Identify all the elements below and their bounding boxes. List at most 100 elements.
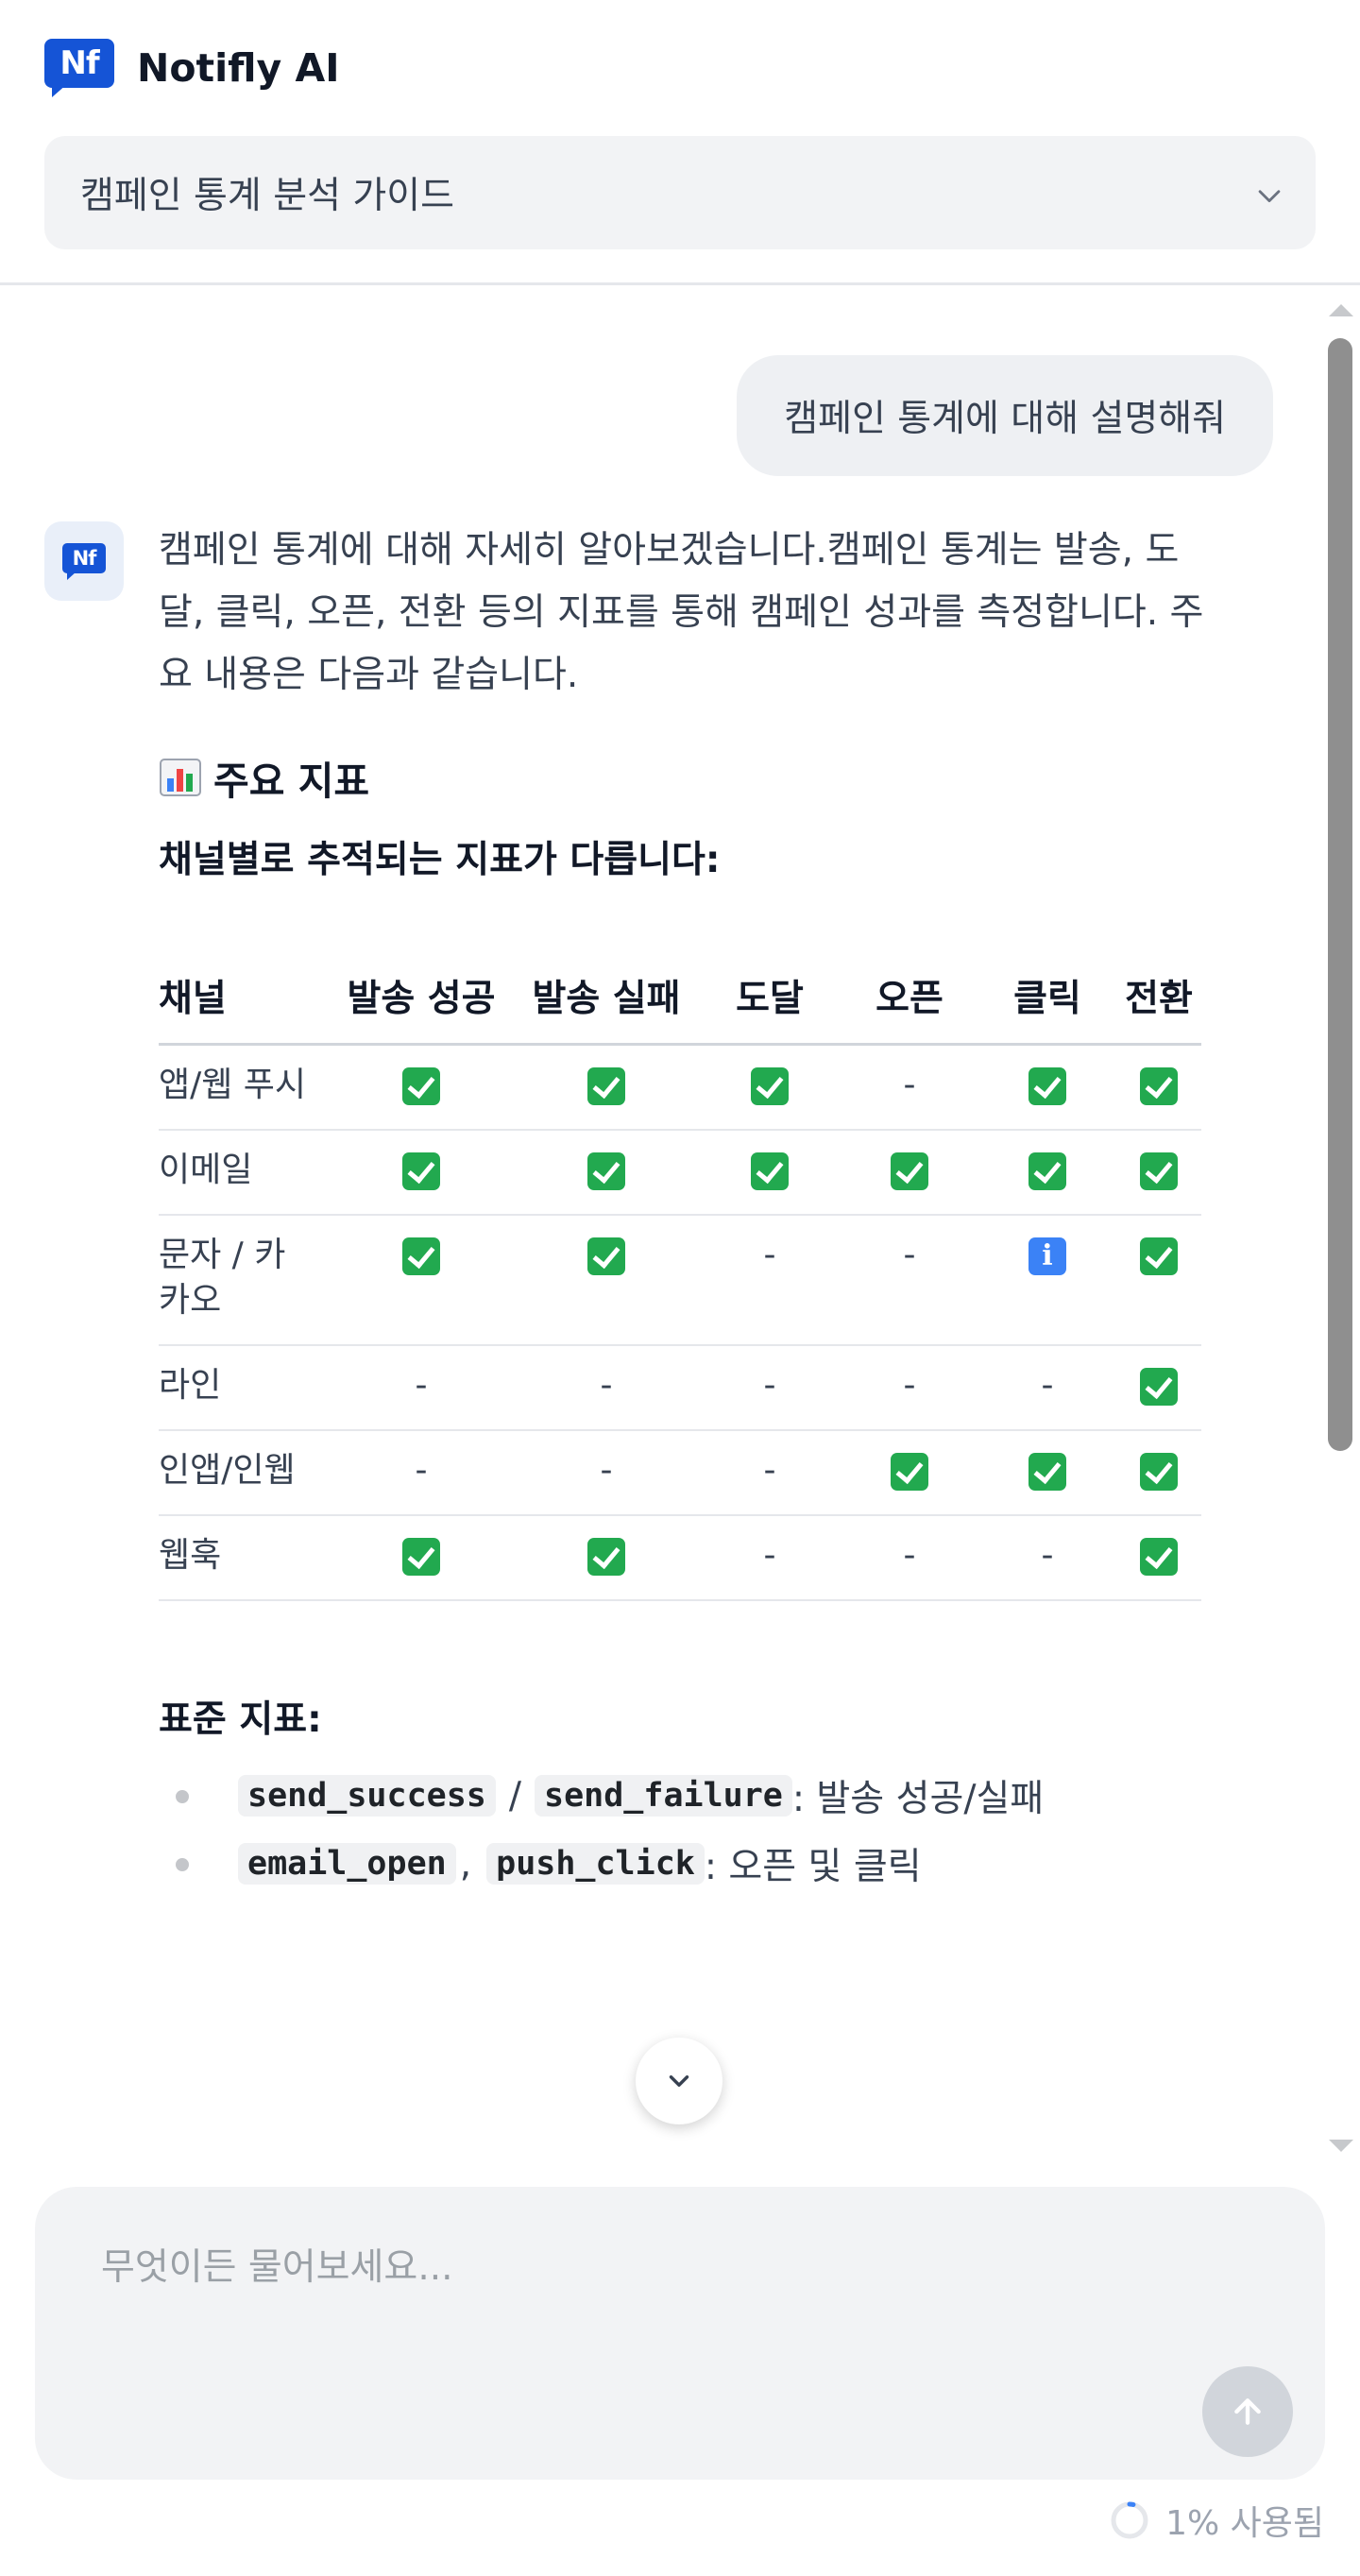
- table-cell-check: [841, 1130, 978, 1216]
- arrow-up-icon: [1234, 2398, 1261, 2425]
- assistant-message: 캠페인 통계에 대해 자세히 알아보겠습니다.캠페인 통계는 발송, 도달, 클…: [159, 520, 1216, 1898]
- table-cell-check: [1116, 1345, 1201, 1431]
- topic-select[interactable]: 캠페인 통계 분석 가이드: [44, 136, 1316, 249]
- check-mark-icon: [1140, 1067, 1178, 1105]
- table-cell-dash: -: [699, 1430, 841, 1516]
- table-cell-info: i: [978, 1215, 1116, 1346]
- table-header-cell: 전환: [1116, 965, 1201, 1046]
- table-cell-dash: -: [699, 1345, 841, 1431]
- check-mark-icon: [891, 1453, 928, 1491]
- metric-description: : 오픈 및 클릭: [704, 1846, 922, 1888]
- channel-name-cell: 이메일: [159, 1130, 329, 1216]
- channel-name-cell: 웹훅: [159, 1515, 329, 1601]
- table-header-cell: 클릭: [978, 965, 1116, 1046]
- table-cell-check: [514, 1215, 699, 1346]
- table-cell-dash: -: [514, 1430, 699, 1516]
- table-header-cell: 오픈: [841, 965, 978, 1046]
- metric-code: email_open: [238, 1843, 456, 1885]
- table-cell-check: [841, 1430, 978, 1516]
- section-subtitle: 채널별로 추적되는 지표가 다릅니다:: [159, 839, 721, 881]
- table-cell-dash: -: [514, 1345, 699, 1431]
- table-cell-check: [699, 1044, 841, 1131]
- table-row: 웹훅 - - -: [159, 1515, 1201, 1601]
- table-header-cell: 채널: [159, 965, 329, 1046]
- table-cell-check: [329, 1044, 514, 1131]
- table-cell-dash: -: [329, 1345, 514, 1431]
- table-cell-check: [1116, 1044, 1201, 1131]
- app-name: Notifly AI: [137, 45, 340, 91]
- table-cell-check: [1116, 1430, 1201, 1516]
- metric-code: push_click: [486, 1843, 705, 1885]
- check-mark-icon: [1140, 1368, 1178, 1406]
- table-cell-check: [1116, 1515, 1201, 1601]
- table-cell-check: [978, 1430, 1116, 1516]
- table-body: 앱/웹 푸시 - 이메일 문자 / 카카오 - - i 라인 - - - - - 인앱/인웹 - - - 웹훅 - -…: [159, 1044, 1201, 1601]
- table-row: 앱/웹 푸시 -: [159, 1044, 1201, 1131]
- composer: [35, 2187, 1325, 2480]
- topic-select-value: 캠페인 통계 분석 가이드: [80, 175, 454, 217]
- scroll-to-bottom-button[interactable]: [636, 2038, 722, 2124]
- usage-indicator: 1% 사용됨: [1109, 2497, 1324, 2544]
- check-mark-icon: [1028, 1453, 1066, 1491]
- channel-name-cell: 문자 / 카카오: [159, 1215, 329, 1346]
- table-cell-dash: -: [699, 1515, 841, 1601]
- usage-text: 1% 사용됨: [1165, 2504, 1324, 2543]
- table-cell-check: [329, 1515, 514, 1601]
- avatar-text: Nf: [62, 543, 106, 573]
- table-header-cell: 발송 실패: [514, 965, 699, 1046]
- check-mark-icon: [751, 1067, 789, 1105]
- table-cell-check: [514, 1044, 699, 1131]
- table-cell-check: [1116, 1130, 1201, 1216]
- check-mark-icon: [751, 1152, 789, 1190]
- check-mark-icon: [402, 1237, 440, 1275]
- section-heading: 주요 지표: [159, 746, 1216, 809]
- section-title: 주요 지표: [213, 759, 370, 804]
- table-cell-dash: -: [329, 1430, 514, 1516]
- check-mark-icon: [891, 1152, 928, 1190]
- table-cell-check: [514, 1130, 699, 1216]
- table-header-cell: 도달: [699, 965, 841, 1046]
- assistant-avatar: Nf: [44, 521, 124, 601]
- check-mark-icon: [1140, 1152, 1178, 1190]
- brand[interactable]: Nf Notifly AI: [44, 38, 340, 98]
- channel-name-cell: 인앱/인웹: [159, 1430, 329, 1516]
- table-cell-check: [329, 1130, 514, 1216]
- check-mark-icon: [587, 1067, 625, 1105]
- table-header-row: 채널 발송 성공 발송 실패 도달 오픈 클릭 전환: [159, 965, 1201, 1046]
- info-icon: i: [1028, 1237, 1066, 1275]
- table-cell-check: [699, 1130, 841, 1216]
- standard-metrics-title: 표준 지표:: [159, 1698, 322, 1741]
- logo-text: Nf: [44, 39, 114, 88]
- metric-code: send_failure: [535, 1775, 792, 1817]
- check-mark-icon: [402, 1152, 440, 1190]
- chevron-down-icon: [1253, 179, 1281, 206]
- standard-metrics-list: send_success / send_failure: 발송 성공/실패 email…: [159, 1762, 1216, 1898]
- channel-name-cell: 라인: [159, 1345, 329, 1431]
- table-row: 라인 - - - - -: [159, 1345, 1201, 1431]
- table-cell-dash: -: [841, 1345, 978, 1431]
- message-input[interactable]: [101, 2238, 1187, 2408]
- user-message: 캠페인 통계에 대해 설명해줘: [737, 355, 1273, 476]
- channel-metrics-table: 채널 발송 성공 발송 실패 도달 오픈 클릭 전환 앱/웹 푸시 - 이메일 문자 / 카카오 -…: [159, 965, 1201, 1601]
- table-cell-check: [329, 1215, 514, 1346]
- chevron-down-icon: [669, 2075, 689, 2087]
- table-cell-dash: -: [978, 1515, 1116, 1601]
- table-row: 이메일: [159, 1130, 1201, 1216]
- table-cell-dash: -: [841, 1044, 978, 1131]
- bar-chart-icon: [159, 756, 202, 799]
- metric-code: send_success: [238, 1775, 496, 1817]
- channel-name-cell: 앱/웹 푸시: [159, 1044, 329, 1131]
- table-header-cell: 발송 성공: [329, 965, 514, 1046]
- check-mark-icon: [1028, 1152, 1066, 1190]
- notifly-logo-icon: Nf: [44, 39, 114, 97]
- table-cell-check: [514, 1515, 699, 1601]
- scrollbar-thumb[interactable]: [1328, 338, 1352, 1451]
- list-item: email_open, push_click: 오픈 및 클릭: [159, 1830, 1216, 1898]
- table-cell-dash: -: [978, 1345, 1116, 1431]
- scroll-up-arrow[interactable]: [1329, 304, 1353, 316]
- send-button[interactable]: [1202, 2366, 1293, 2457]
- notifly-logo-icon: Nf: [62, 543, 106, 580]
- table-cell-dash: -: [699, 1215, 841, 1346]
- scroll-down-arrow[interactable]: [1329, 2140, 1353, 2152]
- assistant-intro: 캠페인 통계에 대해 자세히 알아보겠습니다.캠페인 통계는 발송, 도달, 클…: [159, 529, 1204, 696]
